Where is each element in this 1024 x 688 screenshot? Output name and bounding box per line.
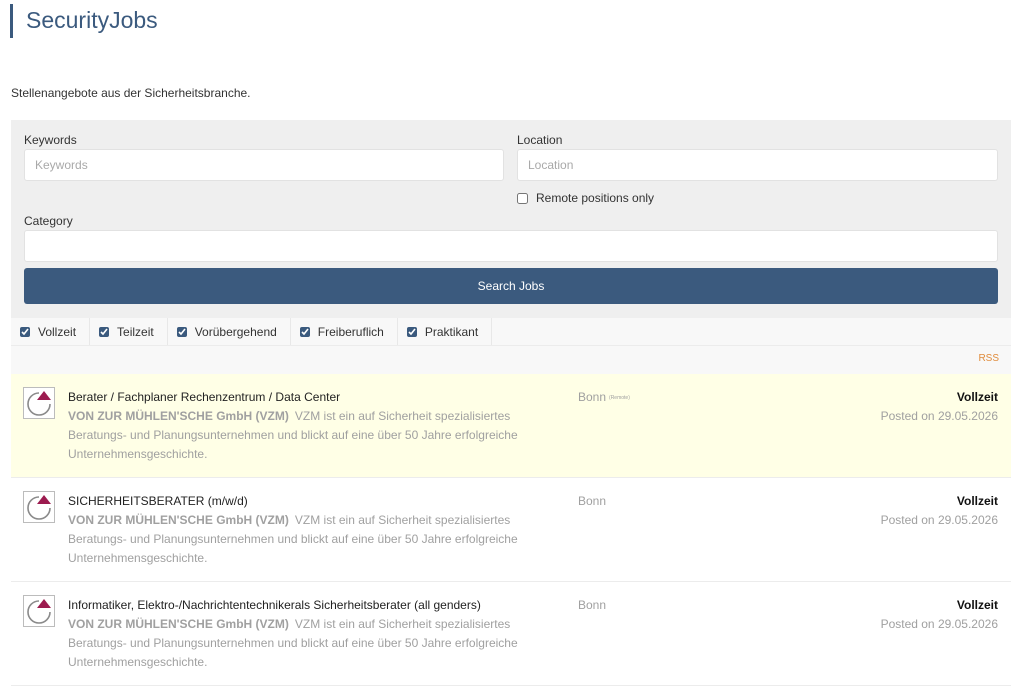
company-name: VON ZUR MÜHLEN'SCHE GmbH (VZM) (68, 513, 289, 527)
job-type-label: Teilzeit (117, 324, 154, 339)
site-intro: Stellenangebote aus der Sicherheitsbranc… (11, 86, 251, 100)
job-type-filters: Vollzeit Teilzeit Vorübergehend Freiberufli… (11, 318, 1011, 346)
vzm-logo-icon (23, 491, 55, 523)
job-listings: Berater / Fachplaner Rechenzentrum / Dat… (11, 374, 1011, 686)
vzm-logo-icon (23, 387, 55, 419)
job-type-checkbox[interactable] (99, 326, 110, 337)
keywords-input[interactable] (24, 149, 504, 181)
company-name: VON ZUR MÜHLEN'SCHE GmbH (VZM) (68, 617, 289, 631)
rss-bar: RSS (11, 346, 1011, 374)
job-location: Bonn (578, 494, 609, 508)
job-type-checkbox[interactable] (176, 326, 187, 337)
site-header: SecurityJobs (10, 4, 158, 38)
job-description: VON ZUR MÜHLEN'SCHE GmbH (VZM) VZM ist ei… (68, 407, 568, 464)
remote-only-label[interactable]: Remote positions only (536, 191, 654, 205)
job-location: Bonn (Remote) (578, 390, 630, 404)
job-listing-row[interactable]: SICHERHEITSBERATER (m/w/d) VON ZUR MÜHLEN… (11, 478, 1011, 582)
job-type-label: Praktikant (424, 324, 479, 339)
remote-only-checkbox[interactable] (517, 192, 528, 204)
job-type-label: Vorübergehend (194, 324, 277, 339)
keywords-label: Keywords (24, 133, 77, 147)
location-label: Location (517, 133, 563, 147)
job-type-filter[interactable]: Vollzeit (11, 318, 91, 345)
job-type-filter[interactable]: Vorübergehend (168, 318, 291, 345)
job-search-form: Keywords Location Remote positions only … (11, 120, 1011, 318)
location-text: Bonn (578, 390, 607, 404)
company-name: VON ZUR MÜHLEN'SCHE GmbH (VZM) (68, 409, 289, 423)
job-title[interactable]: Berater / Fachplaner Rechenzentrum / Dat… (68, 390, 340, 404)
location-input[interactable] (517, 149, 998, 181)
job-description: VON ZUR MÜHLEN'SCHE GmbH (VZM) VZM ist ei… (68, 511, 568, 568)
job-type: Vollzeit (956, 494, 998, 508)
location-text: Bonn (578, 494, 607, 508)
job-description: VON ZUR MÜHLEN'SCHE GmbH (VZM) VZM ist ei… (68, 615, 568, 672)
job-location: Bonn (578, 598, 609, 612)
job-type-filter[interactable]: Freiberuflich (291, 318, 398, 345)
location-text: Bonn (578, 598, 607, 612)
category-input[interactable] (24, 230, 998, 262)
job-listing-row[interactable]: Informatiker, Elektro-/Nachrichtentechni… (11, 582, 1011, 686)
job-type-label: Vollzeit (38, 324, 77, 339)
vzm-logo-icon (23, 595, 55, 627)
job-title[interactable]: SICHERHEITSBERATER (m/w/d) (68, 494, 248, 508)
search-jobs-button[interactable]: Search Jobs (24, 268, 998, 304)
job-type-filter[interactable]: Teilzeit (90, 318, 168, 345)
category-label: Category (24, 214, 73, 228)
remote-only-option: Remote positions only (516, 190, 654, 206)
posted-date: Posted on 29.05.2026 (880, 617, 998, 631)
job-type: Vollzeit (956, 390, 998, 404)
job-type-filter[interactable]: Praktikant (398, 318, 493, 345)
job-listing-row[interactable]: Berater / Fachplaner Rechenzentrum / Dat… (11, 374, 1011, 478)
job-type: Vollzeit (956, 598, 998, 612)
posted-date: Posted on 29.05.2026 (880, 513, 998, 527)
job-type-label: Freiberuflich (317, 324, 384, 339)
posted-date: Posted on 29.05.2026 (880, 409, 998, 423)
remote-tag: (Remote) (609, 394, 630, 401)
job-title[interactable]: Informatiker, Elektro-/Nachrichtentechni… (68, 598, 481, 612)
job-type-checkbox[interactable] (20, 326, 30, 337)
rss-link[interactable]: RSS (978, 353, 999, 364)
site-title[interactable]: SecurityJobs (26, 4, 158, 36)
job-type-checkbox[interactable] (406, 326, 417, 337)
job-type-checkbox[interactable] (299, 326, 310, 337)
